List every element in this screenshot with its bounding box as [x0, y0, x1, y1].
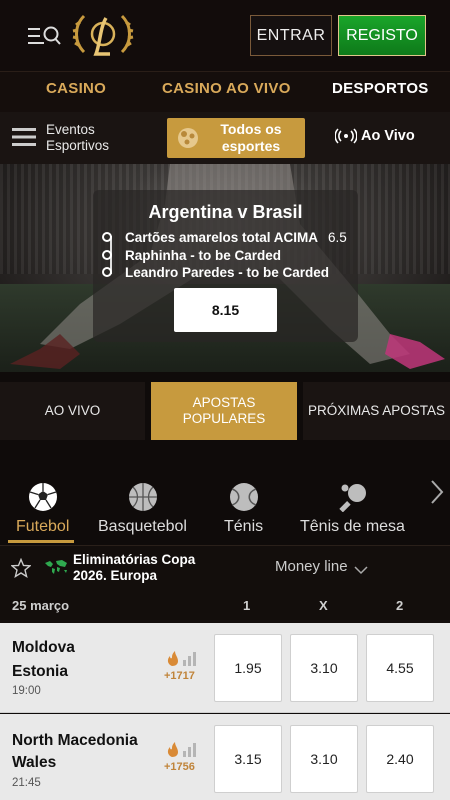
home-team: North Macedonia	[12, 732, 138, 749]
match-time: 19:00	[12, 685, 41, 697]
market-selector[interactable]: Money line	[275, 558, 368, 575]
live-button[interactable]: Ao Vivo	[334, 128, 415, 144]
tennis-icon[interactable]	[229, 482, 259, 512]
all-sports-label: Todos os esportes	[203, 121, 299, 155]
selection-1-label: Cartões amarelos total ACIMA	[125, 230, 319, 245]
tab-populares-line2: POPULARES	[182, 411, 266, 426]
star-icon[interactable]	[10, 557, 32, 579]
odds-button-away[interactable]: 2.40	[366, 725, 434, 793]
sport-label-tenis[interactable]: Ténis	[224, 518, 263, 536]
chevron-right-icon[interactable]	[428, 478, 446, 506]
column-1-label: 1	[243, 598, 251, 613]
banner-odds-button[interactable]: 8.15	[174, 288, 277, 332]
live-label: Ao Vivo	[361, 128, 415, 144]
fire-stats-icon	[166, 742, 200, 758]
hamburger-icon[interactable]	[12, 126, 36, 148]
selection-dot-3	[102, 267, 112, 277]
sports-ball-icon	[177, 127, 199, 149]
selection-dot-2	[102, 250, 112, 260]
all-sports-button[interactable]: Todos os esportes	[167, 118, 305, 158]
markets-count[interactable]: +1717	[164, 670, 195, 682]
selection-3-label: Leandro Paredes - to be Carded	[125, 265, 330, 280]
match-time: 21:45	[12, 777, 41, 789]
live-signal-icon	[334, 128, 358, 144]
eventos-label-line1: Eventos	[46, 122, 95, 137]
login-button[interactable]: ENTRAR	[250, 15, 332, 56]
odds-button-draw[interactable]: 3.10	[290, 634, 358, 702]
all-sports-label-line1: Todos os	[220, 121, 282, 137]
tab-populares-line1: APOSTAS	[192, 395, 256, 410]
markets-count[interactable]: +1756	[164, 761, 195, 773]
odds-button-away[interactable]: 4.55	[366, 634, 434, 702]
active-sport-indicator	[8, 540, 74, 543]
league-name-line2: 2026. Europa	[73, 568, 158, 583]
sport-label-futebol[interactable]: Futebol	[16, 518, 69, 536]
away-team: Wales	[12, 754, 57, 771]
sport-label-tenis-de-mesa[interactable]: Tênis de mesa	[300, 518, 405, 536]
column-x-label: X	[319, 598, 328, 613]
logo-icon[interactable]	[70, 10, 136, 60]
main-nav: CASINO CASINO AO VIVO DESPORTOS	[0, 72, 450, 112]
sport-label-basquetebol[interactable]: Basquetebol	[98, 518, 187, 536]
home-team: Moldova	[12, 639, 75, 656]
market-selector-label: Money line	[275, 558, 348, 575]
odds-button-home[interactable]: 3.15	[214, 725, 282, 793]
eventos-label-line2: Esportivos	[46, 138, 110, 153]
nav-casino[interactable]: CASINO	[46, 80, 106, 97]
league-header: Eliminatórias Copa 2026. Europa Money li…	[0, 545, 450, 590]
football-icon[interactable]	[28, 482, 58, 512]
odds-column-header: 25 março 1 X 2	[0, 590, 450, 623]
match-row[interactable]: North Macedonia Wales 21:45 +1756 3.15 3…	[0, 714, 450, 800]
menu-search-icon[interactable]	[28, 24, 62, 50]
match-row[interactable]: Moldova Estonia 19:00 +1717 1.95 3.10 4.…	[0, 623, 450, 713]
eventos-esportivos-button[interactable]: Eventos Esportivos	[46, 122, 109, 154]
league-name[interactable]: Eliminatórias Copa 2026. Europa	[73, 552, 195, 584]
nav-desportos[interactable]: DESPORTOS	[332, 80, 429, 97]
away-team: Estonia	[12, 663, 68, 680]
banner-match-title: Argentina v Brasil	[148, 202, 303, 222]
tab-ao-vivo[interactable]: AO VIVO	[0, 382, 145, 440]
column-2-label: 2	[396, 598, 404, 613]
table-tennis-icon[interactable]	[339, 482, 369, 513]
selection-dot-1	[102, 232, 112, 242]
fire-stats-icon	[166, 651, 200, 667]
register-button[interactable]: REGISTO	[338, 15, 426, 56]
tab-proximas-apostas[interactable]: PRÓXIMAS APOSTAS	[303, 382, 450, 440]
nav-casino-ao-vivo[interactable]: CASINO AO VIVO	[162, 80, 291, 97]
match-date: 25 março	[12, 598, 70, 613]
chevron-down-icon	[354, 562, 368, 574]
league-name-line1: Eliminatórias Copa	[73, 552, 196, 567]
selection-2-label: Raphinha - to be Carded	[125, 248, 282, 263]
selection-1-value: 6.5	[328, 230, 347, 245]
basketball-icon[interactable]	[128, 482, 158, 512]
world-map-icon	[43, 559, 69, 575]
odds-button-home[interactable]: 1.95	[214, 634, 282, 702]
all-sports-label-line2: esportes	[221, 138, 281, 154]
odds-button-draw[interactable]: 3.10	[290, 725, 358, 793]
tab-apostas-populares[interactable]: APOSTAS POPULARES	[151, 382, 297, 440]
